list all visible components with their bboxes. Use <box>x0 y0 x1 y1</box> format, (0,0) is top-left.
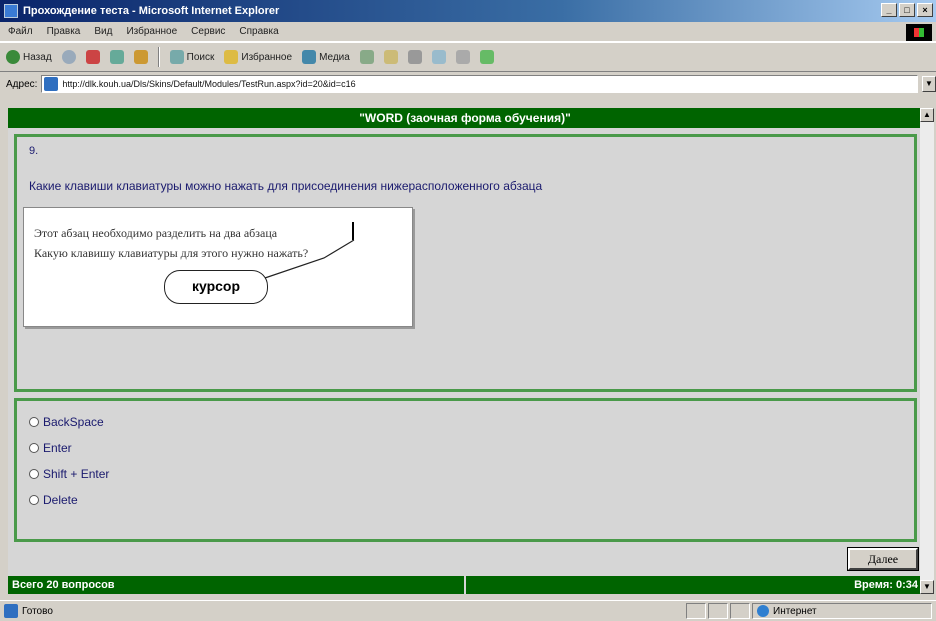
test-footer: Всего 20 вопросов Время: 0:34 <box>8 576 922 594</box>
home-icon[interactable] <box>133 50 148 64</box>
edit-icon[interactable] <box>431 50 446 64</box>
address-url: http://dlk.kouh.ua/Dls/Skins/Default/Mod… <box>62 79 356 89</box>
toolbar: Назад Поиск Избранное Медиа <box>0 42 936 72</box>
history-icon[interactable] <box>359 50 374 64</box>
media-button[interactable]: Медиа <box>302 50 350 64</box>
answer-option[interactable]: BackSpace <box>29 415 104 429</box>
next-button[interactable]: Далее <box>848 548 918 570</box>
vertical-scrollbar[interactable]: ▲ ▼ <box>920 108 934 594</box>
menu-bar: Файл Правка Вид Избранное Сервис Справка <box>0 22 936 42</box>
ie-icon <box>4 4 18 18</box>
stop-icon[interactable] <box>85 50 100 64</box>
question-illustration: Этот абзац необходимо разделить на два а… <box>23 207 413 327</box>
menu-tools[interactable]: Сервис <box>191 26 225 37</box>
refresh-icon[interactable] <box>109 50 124 64</box>
back-arrow-icon <box>6 50 20 64</box>
minimize-button[interactable]: _ <box>881 3 897 17</box>
radio-button[interactable] <box>29 417 39 427</box>
answers-panel: BackSpace Enter Shift + Enter Delete <box>14 398 917 542</box>
messenger-icon[interactable] <box>479 50 494 64</box>
maximize-button[interactable]: □ <box>899 3 915 17</box>
media-label: Медиа <box>319 51 350 63</box>
status-bar: Готово Интернет <box>0 600 936 621</box>
window-controls: _ □ × <box>881 3 933 17</box>
scroll-down-icon[interactable]: ▼ <box>920 580 934 594</box>
search-label: Поиск <box>186 51 215 63</box>
answer-label: Enter <box>43 441 72 455</box>
timer: Время: 0:34 <box>466 576 922 594</box>
address-label: Адрес: <box>6 78 38 90</box>
media-icon <box>302 50 317 64</box>
address-input[interactable]: http://dlk.kouh.ua/Dls/Skins/Default/Mod… <box>41 75 918 93</box>
forward-arrow-icon <box>61 50 76 64</box>
page-icon <box>44 77 59 91</box>
answer-label: Delete <box>43 493 78 507</box>
back-button[interactable]: Назад <box>6 50 52 64</box>
cursor-callout: курсор <box>164 270 268 304</box>
total-questions: Всего 20 вопросов <box>8 576 466 594</box>
address-dropdown-button[interactable]: ▼ <box>922 76 936 92</box>
status-cell <box>708 603 728 619</box>
answer-label: Shift + Enter <box>43 467 110 481</box>
status-text: Готово <box>22 605 53 617</box>
question-text: Какие клавиши клавиатуры можно нажать дл… <box>29 179 543 193</box>
radio-button[interactable] <box>29 495 39 505</box>
globe-icon <box>757 605 769 617</box>
radio-button[interactable] <box>29 443 39 453</box>
answer-option[interactable]: Enter <box>29 441 72 455</box>
toolbar-separator <box>157 47 160 67</box>
close-button[interactable]: × <box>917 3 933 17</box>
window-titlebar: Прохождение теста - Microsoft Internet E… <box>0 0 936 22</box>
favorites-button[interactable]: Избранное <box>224 50 292 64</box>
windows-logo-icon <box>906 24 932 41</box>
status-cell <box>686 603 706 619</box>
favorites-icon <box>224 50 239 64</box>
callout-pointer <box>258 239 355 281</box>
scroll-up-icon[interactable]: ▲ <box>920 108 934 122</box>
back-label: Назад <box>23 51 52 63</box>
answer-option[interactable]: Delete <box>29 493 78 507</box>
test-title: "WORD (заочная форма обучения)" <box>8 108 922 128</box>
favorites-label: Избранное <box>241 51 293 63</box>
question-number: 9. <box>29 145 39 157</box>
answer-option[interactable]: Shift + Enter <box>29 467 109 481</box>
menu-favorites[interactable]: Избранное <box>126 26 177 37</box>
menu-view[interactable]: Вид <box>94 26 112 37</box>
forward-button[interactable] <box>61 50 76 64</box>
menu-help[interactable]: Справка <box>239 26 278 37</box>
menu-file[interactable]: Файл <box>8 26 33 37</box>
question-panel: 9. Какие клавиши клавиатуры можно нажать… <box>14 134 917 392</box>
security-zone: Интернет <box>752 603 932 619</box>
search-icon <box>169 50 184 64</box>
mail-icon[interactable] <box>383 50 398 64</box>
menu-edit[interactable]: Правка <box>47 26 81 37</box>
answer-label: BackSpace <box>43 415 104 429</box>
status-cell <box>730 603 750 619</box>
page-content: "WORD (заочная форма обучения)" 9. Какие… <box>8 108 922 594</box>
window-title: Прохождение теста - Microsoft Internet E… <box>23 5 280 17</box>
page-done-icon <box>4 604 18 618</box>
discuss-icon[interactable] <box>455 50 470 64</box>
zone-label: Интернет <box>773 605 817 617</box>
print-icon[interactable] <box>407 50 422 64</box>
search-button[interactable]: Поиск <box>169 50 215 64</box>
address-bar: Адрес: http://dlk.kouh.ua/Dls/Skins/Defa… <box>0 72 936 96</box>
radio-button[interactable] <box>29 469 39 479</box>
